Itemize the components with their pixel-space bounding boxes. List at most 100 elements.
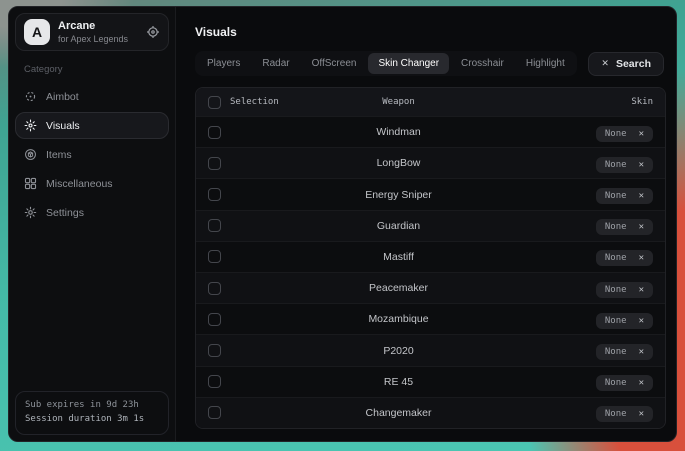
table-row: Peacemaker None✕ — [196, 272, 665, 303]
skin-value: None — [605, 347, 627, 357]
sidebar-item-label: Settings — [46, 207, 84, 219]
sidebar-item-label: Items — [46, 149, 72, 161]
weapon-name: LongBow — [322, 157, 475, 169]
weapon-name: Peacemaker — [322, 282, 475, 294]
main-panel: Visuals Players Radar OffScreen Skin Cha… — [176, 7, 676, 441]
row-checkbox[interactable] — [208, 250, 221, 263]
app-window: A Arcane for Apex Legends Category Aimbo… — [8, 6, 677, 442]
weapon-name: Mastiff — [322, 251, 475, 263]
search-button[interactable]: ✕ Search — [588, 52, 664, 76]
row-checkbox[interactable] — [208, 313, 221, 326]
sidebar-item-miscellaneous[interactable]: Miscellaneous — [15, 170, 169, 197]
column-header-weapon: Weapon — [322, 97, 475, 107]
table-header: Selection Weapon Skin — [196, 88, 665, 116]
tab-skin-changer[interactable]: Skin Changer — [368, 53, 449, 74]
table-row: Windman None ✕ — [196, 116, 665, 147]
tab-players[interactable]: Players — [197, 53, 250, 74]
box-icon — [24, 148, 37, 161]
crosshair-icon — [24, 90, 37, 103]
weapon-name: Guardian — [322, 220, 475, 232]
select-all-checkbox[interactable] — [208, 96, 221, 109]
weapon-name: Changemaker — [322, 407, 475, 419]
weapon-name: Energy Sniper — [322, 189, 475, 201]
app-logo: A — [24, 19, 50, 45]
badge-close-icon[interactable]: ✕ — [639, 378, 644, 388]
badge-close-icon[interactable]: ✕ — [639, 160, 644, 170]
skin-badge[interactable]: None✕ — [596, 157, 653, 173]
sidebar-item-settings[interactable]: Settings — [15, 199, 169, 226]
weapon-name: Mozambique — [322, 313, 475, 325]
badge-close-icon[interactable]: ✕ — [639, 222, 644, 232]
app-subtitle: for Apex Legends — [58, 34, 128, 44]
table-row: Guardian None ✕ — [196, 210, 665, 241]
tab-offscreen[interactable]: OffScreen — [302, 53, 367, 74]
skin-table: Selection Weapon Skin Windman None ✕ Long… — [195, 87, 666, 429]
weapon-name: Windman — [322, 126, 475, 138]
badge-close-icon[interactable]: ✕ — [639, 316, 644, 326]
weapon-name: P2020 — [322, 345, 475, 357]
badge-close-icon[interactable]: ✕ — [639, 129, 644, 139]
skin-badge[interactable]: None✕ — [596, 282, 653, 298]
skin-badge[interactable]: None ✕ — [596, 250, 653, 266]
badge-close-icon[interactable]: ✕ — [639, 409, 644, 419]
skin-value: None — [605, 129, 627, 139]
profile-card: A Arcane for Apex Legends — [15, 13, 169, 51]
skin-value: None — [605, 378, 627, 388]
skin-value: None — [605, 409, 627, 419]
row-checkbox[interactable] — [208, 406, 221, 419]
row-checkbox[interactable] — [208, 282, 221, 295]
page-title: Visuals — [195, 25, 666, 39]
row-checkbox[interactable] — [208, 157, 221, 170]
table-row: LongBow None✕ — [196, 147, 665, 178]
tab-radar[interactable]: Radar — [252, 53, 299, 74]
row-checkbox[interactable] — [208, 375, 221, 388]
column-header-selection: Selection — [230, 97, 322, 107]
skin-value: None — [605, 222, 627, 232]
column-header-skin: Skin — [475, 97, 665, 107]
tab-bar: Players Radar OffScreen Skin Changer Cro… — [195, 51, 577, 76]
table-row: RE 45 None ✕ — [196, 366, 665, 397]
badge-close-icon[interactable]: ✕ — [639, 253, 644, 263]
row-checkbox[interactable] — [208, 188, 221, 201]
grid-icon — [24, 177, 37, 190]
skin-value: None — [605, 316, 627, 326]
sidebar-item-visuals[interactable]: Visuals — [15, 112, 169, 139]
skin-badge[interactable]: None ✕ — [596, 188, 653, 204]
weapon-name: RE 45 — [322, 376, 475, 388]
skin-badge[interactable]: None ✕ — [596, 406, 653, 422]
sidebar-item-aimbot[interactable]: Aimbot — [15, 83, 169, 110]
sidebar: A Arcane for Apex Legends Category Aimbo… — [9, 7, 176, 441]
close-icon: ✕ — [601, 58, 609, 69]
badge-close-icon[interactable]: ✕ — [639, 347, 644, 357]
table-body: Windman None✕ LongBow None✕ Energy Snipe… — [196, 116, 665, 428]
app-name: Arcane — [58, 20, 128, 32]
skin-badge[interactable]: None ✕ — [596, 126, 653, 142]
tab-highlight[interactable]: Highlight — [516, 53, 575, 74]
table-row: Mozambique None ✕ — [196, 303, 665, 334]
sidebar-item-label: Aimbot — [46, 91, 79, 103]
table-row: Energy Sniper None ✕ — [196, 178, 665, 209]
skin-value: None — [605, 253, 627, 263]
badge-close-icon[interactable]: ✕ — [639, 285, 644, 295]
skin-badge[interactable]: None ✕ — [596, 219, 653, 235]
profile-text: Arcane for Apex Legends — [58, 20, 128, 44]
skin-badge[interactable]: None ✕ — [596, 375, 653, 391]
tab-crosshair[interactable]: Crosshair — [451, 53, 514, 74]
skin-value: None — [605, 191, 627, 201]
sidebar-item-label: Visuals — [46, 120, 80, 132]
badge-close-icon[interactable]: ✕ — [639, 191, 644, 201]
skin-badge[interactable]: None ✕ — [596, 313, 653, 329]
row-checkbox[interactable] — [208, 126, 221, 139]
row-checkbox[interactable] — [208, 344, 221, 357]
sub-expiry-text: Sub expires in 9d 23h — [25, 399, 159, 413]
table-row: P2020 None ✕ — [196, 334, 665, 365]
scope-icon[interactable] — [146, 25, 160, 39]
skin-badge[interactable]: None ✕ — [596, 344, 653, 360]
sidebar-item-items[interactable]: Items — [15, 141, 169, 168]
row-checkbox[interactable] — [208, 219, 221, 232]
toolbar: Players Radar OffScreen Skin Changer Cro… — [195, 51, 664, 76]
gear-icon — [24, 206, 37, 219]
sidebar-item-label: Miscellaneous — [46, 178, 113, 190]
subscription-info: Sub expires in 9d 23h Session duration 3… — [15, 391, 169, 435]
table-row: Changemaker None ✕ — [196, 397, 665, 428]
